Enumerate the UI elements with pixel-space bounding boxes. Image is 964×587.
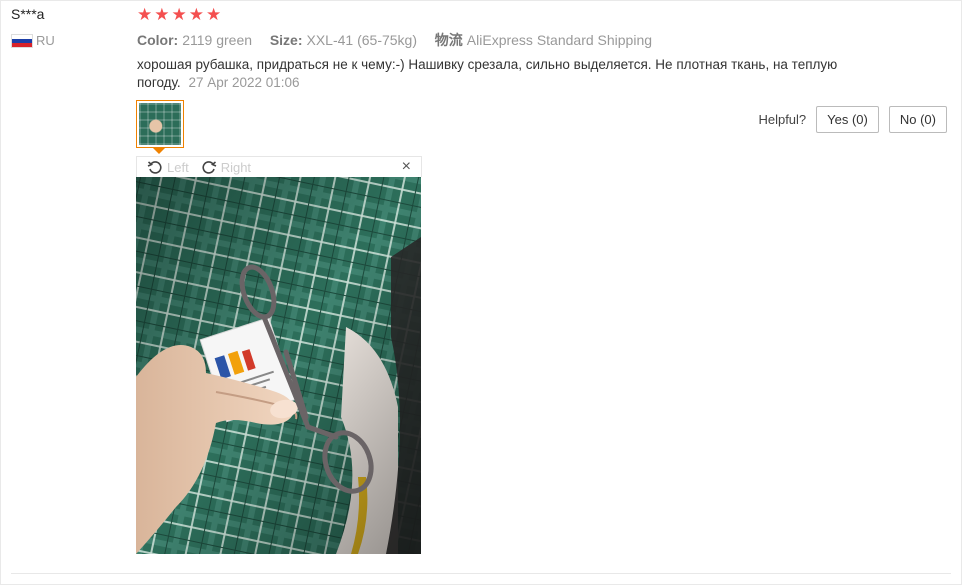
rotate-left-button[interactable]: Left	[147, 159, 189, 175]
star-icon: ★	[188, 5, 204, 24]
viewer-toolbar: Left Right ×	[136, 156, 422, 177]
helpful-no-button[interactable]: No (0)	[888, 106, 947, 133]
color-value: 2119 green	[182, 32, 253, 48]
review-body: хорошая рубашка, придраться не к чему:-)…	[137, 56, 857, 92]
country-code: RU	[36, 33, 55, 48]
thumbnail-pointer	[153, 148, 165, 154]
rotate-left-icon	[147, 161, 162, 174]
rotate-right-button[interactable]: Right	[201, 159, 251, 175]
star-icon: ★	[154, 5, 170, 24]
color-label: Color:	[137, 32, 179, 48]
rotate-right-icon	[202, 161, 217, 174]
reviewer-country: RU	[11, 33, 55, 48]
close-icon[interactable]: ×	[402, 157, 411, 177]
star-icon: ★	[171, 5, 187, 24]
review-photo-thumbnail[interactable]	[136, 100, 184, 148]
star-rating: ★ ★ ★ ★ ★	[137, 5, 221, 25]
size-label: Size:	[269, 32, 303, 48]
helpful-yes-button[interactable]: Yes (0)	[816, 106, 879, 133]
product-attributes: Color: 2119 green Size: XXL-41 (65-75kg) 物…	[137, 30, 652, 50]
rotate-right-label: Right	[220, 159, 252, 175]
thumbnail-image	[139, 103, 181, 145]
shipping-value: AliExpress Standard Shipping	[466, 32, 653, 48]
star-icon: ★	[206, 5, 222, 24]
review-date: 27 Apr 2022 01:06	[188, 75, 300, 90]
shipping-label: 物流	[434, 32, 463, 48]
review-divider	[11, 573, 951, 574]
photo-viewer: Left Right ×	[136, 156, 422, 554]
review-photo	[136, 177, 421, 554]
reviewer-name: S***a	[11, 6, 45, 22]
helpful-section: Helpful? Yes (0) No (0)	[758, 106, 947, 133]
rotate-left-label: Left	[167, 159, 189, 175]
review-card: S***a RU ★ ★ ★ ★ ★ Color: 2119 green Size…	[0, 0, 962, 585]
star-icon: ★	[137, 5, 153, 24]
helpful-label: Helpful?	[758, 112, 807, 127]
russia-flag-icon	[11, 33, 33, 48]
size-value: XXL-41 (65-75kg)	[306, 32, 418, 48]
